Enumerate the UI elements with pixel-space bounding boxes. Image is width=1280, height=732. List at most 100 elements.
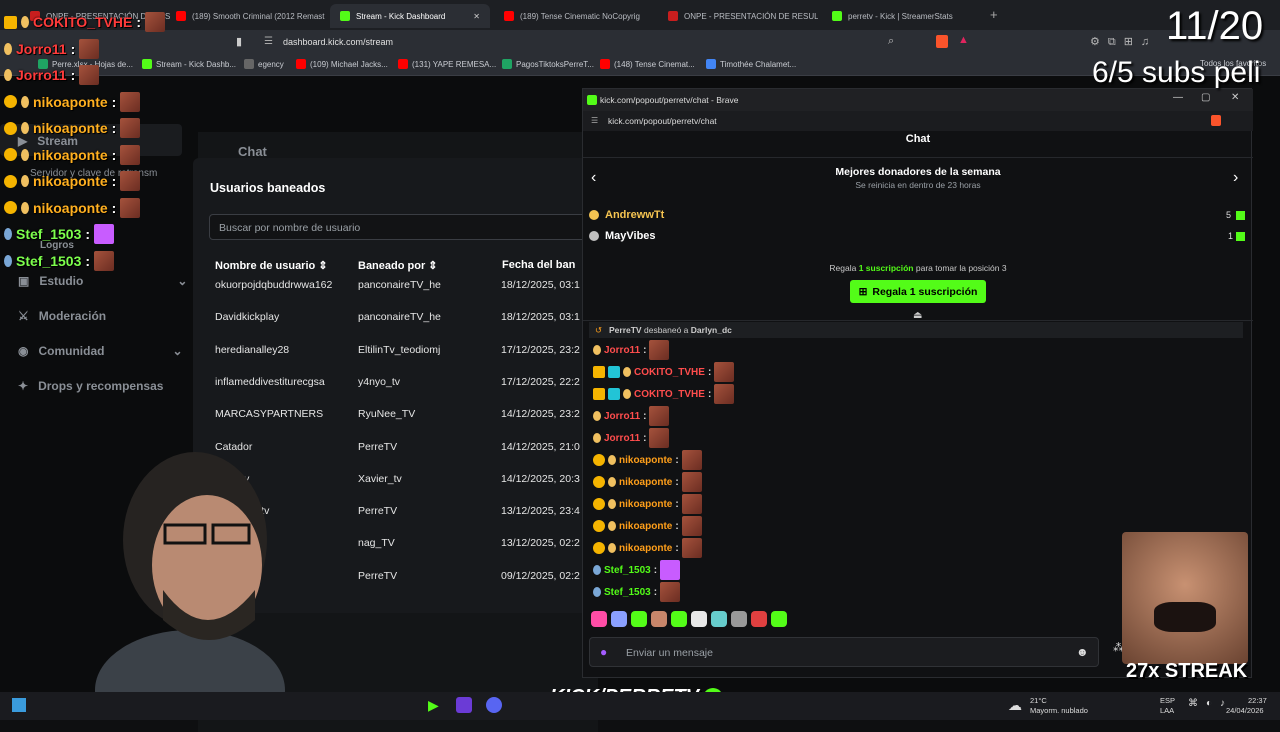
site-info-icon[interactable]: ☰ (264, 36, 273, 47)
browser-tab[interactable]: perretv - Kick | StreamerStats (822, 4, 982, 28)
start-icon[interactable] (12, 698, 26, 712)
cell-banned-by: PerreTV (358, 505, 398, 518)
emote-picker-item[interactable] (671, 611, 687, 627)
brave-rewards-icon[interactable]: ▲ (958, 34, 969, 46)
table-row[interactable]: Davidkickplay panconaireTV_he 18/12/2025, … (193, 302, 593, 334)
minimize-icon[interactable]: — (1173, 92, 1183, 103)
chat-username[interactable]: nikoaponte (619, 455, 672, 466)
brave-shield-icon[interactable] (1211, 115, 1221, 126)
emote (120, 171, 141, 191)
emote (649, 340, 670, 360)
discord-icon[interactable] (486, 697, 502, 713)
emote-picker-item[interactable] (651, 611, 667, 627)
chat-message[interactable]: COKITO_TVHE: (593, 362, 735, 382)
banned-search-input[interactable]: Buscar por nombre de usuario (209, 214, 593, 240)
emote (660, 560, 681, 580)
cell-banned-by: PerreTV (358, 569, 398, 582)
unban-target: Darlyn_dc (690, 325, 732, 335)
bookmark-item[interactable]: PagosTiktoksPerreT... (502, 59, 594, 69)
browser-tab[interactable]: (189) Smooth Criminal (2012 Remast (166, 4, 326, 28)
unban-text: PerreTV desbaneó a Darlyn_dc (609, 325, 732, 335)
browser-tab[interactable]: ONPE - PRESENTACIÓN DE RESULTA (658, 4, 818, 28)
emote-picker-item[interactable] (731, 611, 747, 627)
sidebar-item-community[interactable]: ◉ Comunidad ⌄ (18, 344, 183, 358)
chat-username[interactable]: Jorro11 (604, 433, 640, 444)
app-icon[interactable]: ▶ (428, 697, 439, 714)
emoji-icon[interactable]: ☻ (1076, 645, 1089, 659)
emote-picker-item[interactable] (611, 611, 627, 627)
donor-row[interactable]: MayVibes (589, 230, 656, 242)
close-tab-icon[interactable]: ✕ (473, 12, 480, 21)
chat-username[interactable]: Stef_1503 (604, 587, 651, 598)
language[interactable]: ESP (1160, 696, 1175, 705)
chat-message[interactable]: Jorro11: (593, 406, 670, 426)
chat-username[interactable]: nikoaponte (619, 521, 672, 532)
bookmark-item[interactable]: Timothée Chalamet... (706, 59, 796, 69)
mic-icon[interactable]: ● (600, 645, 607, 659)
maximize-icon[interactable]: ▢ (1201, 92, 1210, 103)
gift-sub-button[interactable]: ⊞ Regala 1 suscripción (850, 280, 986, 303)
brave-shield-icon[interactable] (936, 35, 948, 48)
chat-message[interactable]: nikoaponte: (593, 516, 702, 536)
bookmark-item[interactable]: Stream - Kick Dashb... (142, 59, 236, 69)
chat-username[interactable]: COKITO_TVHE (634, 389, 705, 400)
bookmark-item[interactable]: (109) Michael Jacks... (296, 59, 388, 69)
url-field[interactable]: dashboard.kick.com/stream (283, 37, 393, 47)
emote-picker-item[interactable] (691, 611, 707, 627)
chat-message[interactable]: Jorro11: (593, 340, 670, 360)
chat-username[interactable]: Jorro11 (604, 411, 640, 422)
donor-row[interactable]: AndrewwTt (589, 209, 664, 221)
gift-link[interactable]: 1 suscripción (859, 263, 914, 273)
app-icon[interactable] (456, 697, 472, 713)
chat-username[interactable]: nikoaponte (619, 543, 672, 554)
chat-username[interactable]: Jorro11 (604, 345, 640, 356)
chat-username[interactable]: Stef_1503 (604, 565, 651, 576)
table-row[interactable]: inflameddivestiturecgsa y4nyo_tv 17/12/202… (193, 367, 593, 399)
close-icon[interactable]: ✕ (1231, 92, 1239, 103)
emote (681, 472, 702, 492)
chat-message[interactable]: nikoaponte: (593, 450, 702, 470)
zoom-icon[interactable]: ⌕ (888, 35, 894, 48)
new-tab-icon[interactable]: + (990, 7, 998, 22)
extensions-icon[interactable]: ⚙⧉⊞♫ (1090, 35, 1157, 49)
sidebar-item-moderation[interactable]: ⚔ Moderación (18, 309, 106, 323)
table-row[interactable]: okuorpojdqbuddrwwa162 panconaireTV_he 18/1… (193, 270, 593, 302)
bookmark-item[interactable]: egency (244, 59, 284, 69)
chat-message[interactable]: nikoaponte: (593, 538, 702, 558)
message-input[interactable]: ● Enviar un mensaje ☻ (589, 637, 1099, 667)
emote-picker-item[interactable] (591, 611, 607, 627)
bookmark-item[interactable]: (148) Tense Cinemat... (600, 59, 695, 69)
chat-tab[interactable]: Chat (238, 144, 267, 159)
site-info-icon[interactable]: ☰ (591, 116, 598, 125)
emote-picker-item[interactable] (771, 611, 787, 627)
chat-username[interactable]: nikoaponte (619, 477, 672, 488)
chat-message[interactable]: Stef_1503: (593, 582, 681, 602)
emote-picker-item[interactable] (631, 611, 647, 627)
bookmark-icon[interactable]: ▮ (236, 35, 242, 48)
browser-tab-active[interactable]: Stream - Kick Dashboard ✕ (330, 4, 490, 28)
chat-message[interactable]: nikoaponte: (593, 494, 702, 514)
bookmark-item[interactable]: (131) YAPE REMESA... (398, 59, 496, 69)
colon: : (111, 173, 117, 189)
clock-date[interactable]: 24/04/2026 (1226, 706, 1264, 715)
emote-picker-item[interactable] (751, 611, 767, 627)
chat-username[interactable]: COKITO_TVHE (634, 367, 705, 378)
popout-url[interactable]: kick.com/popout/perretv/chat (608, 116, 717, 126)
table-row[interactable]: MARCASYPARTNERS RyuNee_TV 14/12/2025, 23:2 (193, 399, 593, 431)
drop-icon (4, 69, 12, 81)
browser-tab[interactable]: (189) Tense Cinematic NoCopyrig (494, 4, 654, 28)
chat-message[interactable]: Stef_1503: (593, 560, 681, 580)
gift-icon (1236, 211, 1245, 220)
chat-message[interactable]: nikoaponte: (593, 472, 702, 492)
emote-picker-item[interactable] (711, 611, 727, 627)
chat-message[interactable]: Jorro11: (593, 428, 670, 448)
sword-icon: ⚔ (18, 309, 29, 323)
table-row[interactable]: heredianalley28 EltilinTv_teodiomj 17/12/2… (193, 335, 593, 367)
clock-time[interactable]: 22:37 (1248, 696, 1267, 705)
chat-username[interactable]: nikoaponte (619, 499, 672, 510)
colon: : (707, 366, 712, 378)
sidebar-item-drops[interactable]: ✦ Drops y recompensas (18, 379, 163, 393)
sidebar-item-studio[interactable]: ▣ Estudio ⌄ (18, 274, 187, 288)
chat-message[interactable]: COKITO_TVHE: (593, 384, 735, 404)
keyboard-layout[interactable]: LAA (1160, 706, 1174, 715)
